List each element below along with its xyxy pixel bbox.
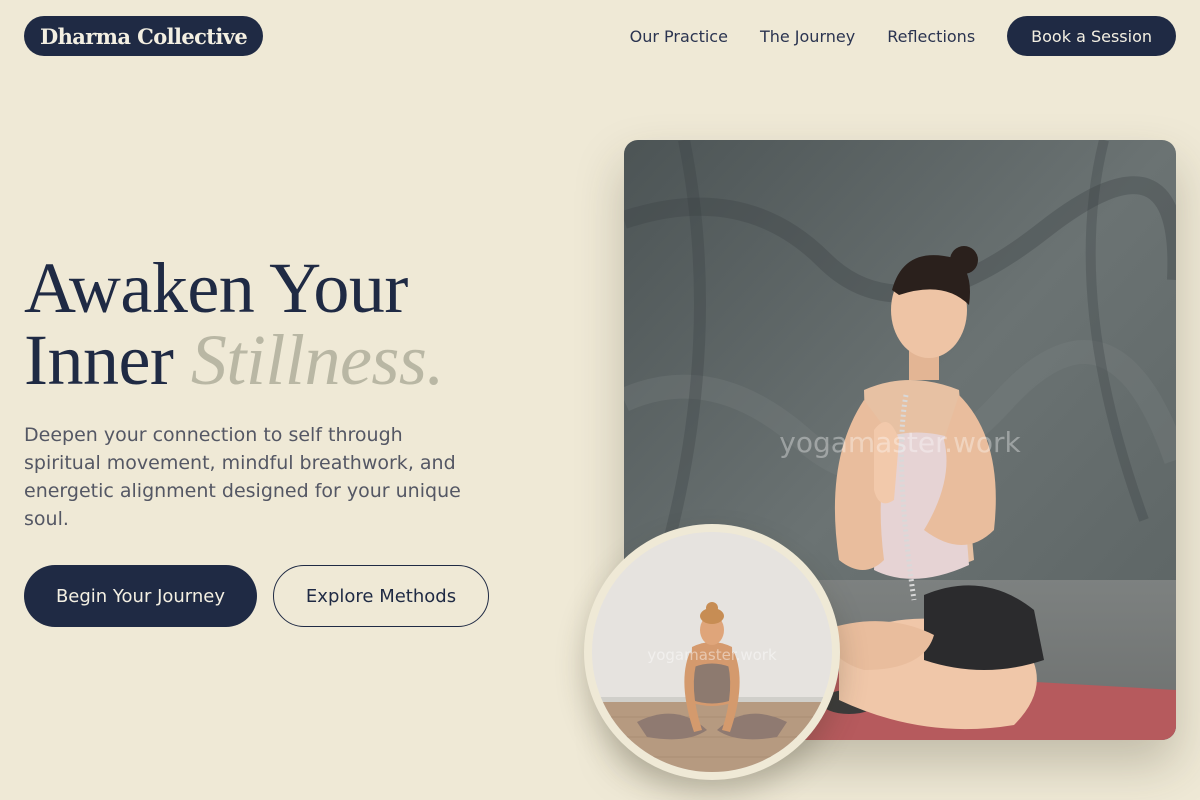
nav-item-reflections[interactable]: Reflections — [887, 27, 975, 46]
begin-journey-button[interactable]: Begin Your Journey — [24, 565, 257, 627]
main-nav: Our Practice The Journey Reflections Boo… — [630, 16, 1176, 56]
hero-description: Deepen your connection to self through s… — [24, 424, 461, 530]
headline-accent: Stillness. — [190, 320, 445, 400]
headline-line-2-prefix: Inner — [24, 320, 174, 400]
svg-text:yogamaster.work: yogamaster.work — [779, 426, 1021, 459]
nav-item-our-practice[interactable]: Our Practice — [630, 27, 728, 46]
nav-item-the-journey[interactable]: The Journey — [760, 27, 855, 46]
secondary-photo-seated-pose: yogamaster.work — [584, 524, 840, 780]
headline-line-1: Awaken Your — [24, 248, 408, 328]
secondary-photo-frame: yogamaster.work — [592, 532, 832, 772]
brand-logo[interactable]: Dharma Collective — [24, 16, 264, 56]
svg-text:yogamaster.work: yogamaster.work — [647, 646, 777, 664]
explore-methods-button[interactable]: Explore Methods — [273, 565, 489, 627]
hero-headline: Awaken Your Inner Stillness. — [24, 252, 444, 396]
book-session-button[interactable]: Book a Session — [1007, 16, 1176, 56]
